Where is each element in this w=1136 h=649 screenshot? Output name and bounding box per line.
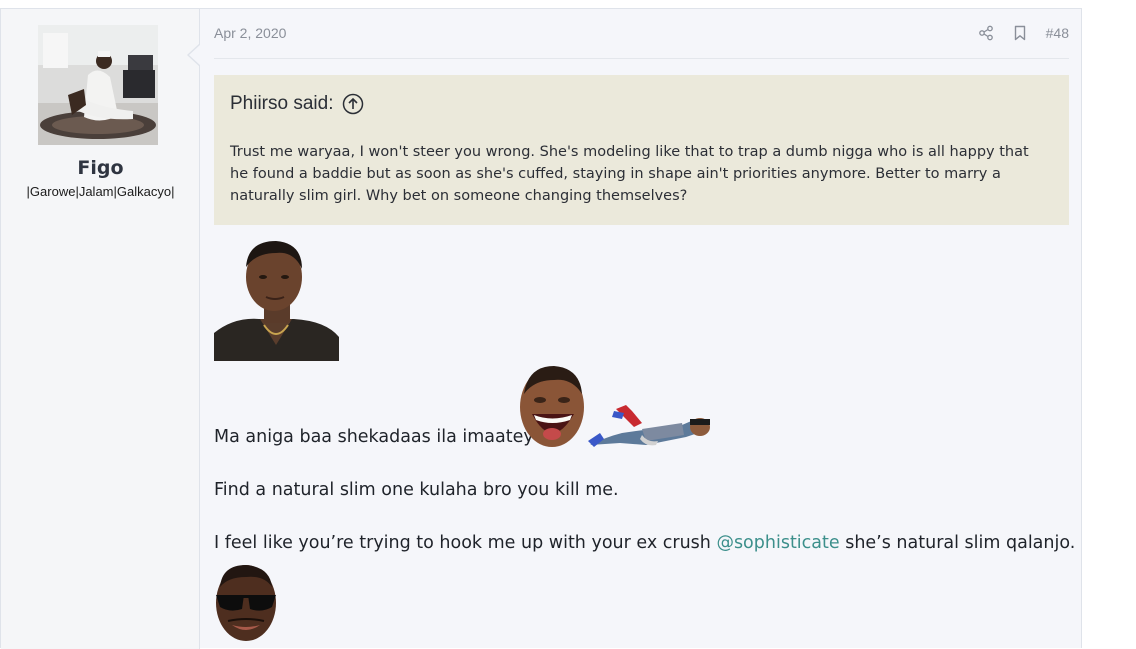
reaction-image-man: [214, 237, 339, 361]
header-divider: [214, 58, 1069, 59]
quote-author[interactable]: Phiirso said:: [230, 93, 334, 115]
message-line-2: Find a natural slim one kulaha bro you k…: [214, 480, 619, 500]
message-line-1: Ma aniga baa shekadaas ila imaatey?: [214, 427, 543, 447]
user-mention-link[interactable]: @sophisticate: [716, 533, 839, 553]
post-arrow: [187, 43, 201, 67]
post-actions: #48: [976, 22, 1069, 44]
laughing-face-image: [518, 362, 586, 450]
username[interactable]: Figo: [1, 157, 200, 179]
forum-post: Figo |Garowe|Jalam|Galkacyo| Apr 2, 2020: [0, 8, 1082, 649]
post-date[interactable]: Apr 2, 2020: [214, 25, 286, 41]
avatar[interactable]: [38, 25, 158, 145]
falling-man-image: [586, 401, 712, 451]
user-sidebar: Figo |Garowe|Jalam|Galkacyo|: [1, 9, 200, 649]
post-main: Apr 2, 2020 #48 Phiirso said: Trust me w…: [214, 9, 1075, 649]
arrow-up-circle-icon[interactable]: [342, 93, 364, 115]
share-icon[interactable]: [976, 23, 996, 43]
message-text-2: Find a natural slim one kulaha bro you k…: [214, 480, 619, 500]
quote-text: Trust me waryaa, I won't steer you wrong…: [230, 144, 1029, 204]
sunglasses-face-image: [214, 557, 278, 643]
message-line-3: I feel like you’re trying to hook me up …: [214, 533, 1075, 553]
bookmark-icon[interactable]: [1010, 23, 1030, 43]
user-title: |Garowe|Jalam|Galkacyo|: [26, 184, 175, 199]
message-text-3a: I feel like you’re trying to hook me up …: [214, 533, 717, 553]
message-text-3b: she’s natural slim qalanjo.: [839, 533, 1076, 553]
quote-header: Phiirso said:: [230, 91, 1053, 117]
post-number[interactable]: #48: [1046, 25, 1069, 41]
quote-block: Phiirso said: Trust me waryaa, I won't s…: [214, 75, 1069, 225]
message-text-1: Ma aniga baa shekadaas ila imaatey?: [214, 427, 543, 447]
